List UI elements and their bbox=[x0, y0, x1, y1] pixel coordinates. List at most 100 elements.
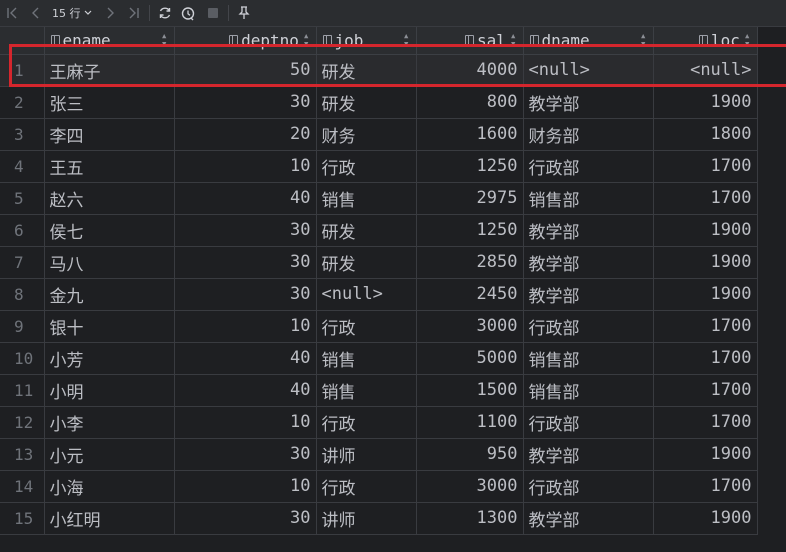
cell-deptno[interactable]: 10 bbox=[174, 150, 317, 183]
cell-job[interactable]: 销售 bbox=[316, 342, 417, 375]
cell-deptno[interactable]: 40 bbox=[174, 342, 317, 375]
cell-sal[interactable]: 1600 bbox=[416, 118, 524, 151]
cell-sal[interactable]: 1250 bbox=[416, 214, 524, 247]
cell-sal[interactable]: 1300 bbox=[416, 502, 524, 535]
cell-loc[interactable]: 1900 bbox=[653, 86, 758, 119]
cell-ename[interactable]: 马八 bbox=[44, 246, 175, 279]
table-row[interactable]: 12 小李 10 行政 1100 行政部 1700 bbox=[0, 406, 758, 439]
cell-deptno[interactable]: 30 bbox=[174, 438, 317, 471]
cell-deptno[interactable]: 30 bbox=[174, 86, 317, 119]
column-header-ename[interactable]: ename ▴ ▾ bbox=[44, 27, 175, 55]
table-row[interactable]: 1 王麻子 50 研发 4000 <null> <null> bbox=[0, 54, 758, 87]
cell-sal[interactable]: 3000 bbox=[416, 470, 524, 503]
sort-icon[interactable]: ▴ ▾ bbox=[640, 30, 647, 49]
cell-loc[interactable]: 1700 bbox=[653, 342, 758, 375]
cell-ename[interactable]: 王麻子 bbox=[44, 54, 175, 87]
table-row[interactable]: 6 侯七 30 研发 1250 教学部 1900 bbox=[0, 214, 758, 247]
cell-dname[interactable]: 教学部 bbox=[523, 214, 654, 247]
cell-sal[interactable]: 1500 bbox=[416, 374, 524, 407]
table-row[interactable]: 4 王五 10 行政 1250 行政部 1700 bbox=[0, 150, 758, 183]
cell-ename[interactable]: 小红明 bbox=[44, 502, 175, 535]
cell-loc[interactable]: 1700 bbox=[653, 374, 758, 407]
cell-loc[interactable]: 1700 bbox=[653, 182, 758, 215]
table-row[interactable]: 9 银十 10 行政 3000 行政部 1700 bbox=[0, 310, 758, 343]
cell-deptno[interactable]: 40 bbox=[174, 374, 317, 407]
refresh-icon[interactable] bbox=[153, 2, 177, 24]
cell-ename[interactable]: 侯七 bbox=[44, 214, 175, 247]
table-row[interactable]: 3 李四 20 财务 1600 财务部 1800 bbox=[0, 118, 758, 151]
cell-deptno[interactable]: 30 bbox=[174, 502, 317, 535]
cell-sal[interactable]: 2450 bbox=[416, 278, 524, 311]
cell-loc[interactable]: 1700 bbox=[653, 406, 758, 439]
column-header-sal[interactable]: sal ▴ ▾ bbox=[416, 27, 524, 55]
cell-job[interactable]: 研发 bbox=[316, 54, 417, 87]
cell-deptno[interactable]: 40 bbox=[174, 182, 317, 215]
pin-icon[interactable] bbox=[232, 2, 256, 24]
column-header-job[interactable]: job ▴ ▾ bbox=[316, 27, 417, 55]
next-page-icon[interactable] bbox=[98, 2, 122, 24]
cell-loc[interactable]: 1700 bbox=[653, 150, 758, 183]
sort-icon[interactable]: ▴ ▾ bbox=[303, 30, 310, 49]
cell-sal[interactable]: 5000 bbox=[416, 342, 524, 375]
cell-loc[interactable]: <null> bbox=[653, 54, 758, 87]
cell-ename[interactable]: 银十 bbox=[44, 310, 175, 343]
sort-icon[interactable]: ▴ ▾ bbox=[161, 30, 168, 49]
cell-sal[interactable]: 800 bbox=[416, 86, 524, 119]
cell-deptno[interactable]: 10 bbox=[174, 310, 317, 343]
cell-dname[interactable]: 销售部 bbox=[523, 374, 654, 407]
cell-loc[interactable]: 1700 bbox=[653, 310, 758, 343]
cell-job[interactable]: 讲师 bbox=[316, 502, 417, 535]
history-icon[interactable] bbox=[177, 2, 201, 24]
cell-job[interactable]: 行政 bbox=[316, 470, 417, 503]
cell-sal[interactable]: 2850 bbox=[416, 246, 524, 279]
cell-dname[interactable]: 销售部 bbox=[523, 342, 654, 375]
cell-dname[interactable]: 教学部 bbox=[523, 86, 654, 119]
first-page-icon[interactable] bbox=[0, 2, 24, 24]
cell-dname[interactable]: 教学部 bbox=[523, 278, 654, 311]
table-row[interactable]: 5 赵六 40 销售 2975 销售部 1700 bbox=[0, 182, 758, 215]
table-row[interactable]: 11 小明 40 销售 1500 销售部 1700 bbox=[0, 374, 758, 407]
page-size-selector[interactable]: 15 行 bbox=[52, 5, 92, 21]
cell-deptno[interactable]: 30 bbox=[174, 278, 317, 311]
cell-job[interactable]: 研发 bbox=[316, 86, 417, 119]
column-header-dname[interactable]: dname ▴ ▾ bbox=[523, 27, 654, 55]
cell-job[interactable]: 销售 bbox=[316, 374, 417, 407]
cell-deptno[interactable]: 10 bbox=[174, 406, 317, 439]
cell-sal[interactable]: 4000 bbox=[416, 54, 524, 87]
cell-dname[interactable]: 销售部 bbox=[523, 182, 654, 215]
cell-job[interactable]: 行政 bbox=[316, 150, 417, 183]
cell-deptno[interactable]: 50 bbox=[174, 54, 317, 87]
table-row[interactable]: 7 马八 30 研发 2850 教学部 1900 bbox=[0, 246, 758, 279]
cell-job[interactable]: <null> bbox=[316, 278, 417, 311]
cell-deptno[interactable]: 10 bbox=[174, 470, 317, 503]
cell-dname[interactable]: 财务部 bbox=[523, 118, 654, 151]
cell-deptno[interactable]: 20 bbox=[174, 118, 317, 151]
cell-loc[interactable]: 1700 bbox=[653, 470, 758, 503]
cell-loc[interactable]: 1900 bbox=[653, 278, 758, 311]
cell-job[interactable]: 销售 bbox=[316, 182, 417, 215]
cell-deptno[interactable]: 30 bbox=[174, 246, 317, 279]
cell-ename[interactable]: 金九 bbox=[44, 278, 175, 311]
sort-icon[interactable]: ▴ ▾ bbox=[403, 30, 410, 49]
cell-loc[interactable]: 1800 bbox=[653, 118, 758, 151]
column-header-deptno[interactable]: deptno ▴ ▾ bbox=[174, 27, 317, 55]
column-header-loc[interactable]: loc ▴ ▾ bbox=[653, 27, 758, 55]
table-row[interactable]: 15 小红明 30 讲师 1300 教学部 1900 bbox=[0, 502, 758, 535]
cell-ename[interactable]: 小明 bbox=[44, 374, 175, 407]
cell-sal[interactable]: 3000 bbox=[416, 310, 524, 343]
cell-loc[interactable]: 1900 bbox=[653, 246, 758, 279]
cell-sal[interactable]: 1100 bbox=[416, 406, 524, 439]
cell-ename[interactable]: 小海 bbox=[44, 470, 175, 503]
cell-dname[interactable]: 行政部 bbox=[523, 406, 654, 439]
cell-ename[interactable]: 小元 bbox=[44, 438, 175, 471]
table-row[interactable]: 13 小元 30 讲师 950 教学部 1900 bbox=[0, 438, 758, 471]
cell-dname[interactable]: <null> bbox=[523, 54, 654, 87]
cell-ename[interactable]: 赵六 bbox=[44, 182, 175, 215]
cell-job[interactable]: 研发 bbox=[316, 214, 417, 247]
cell-job[interactable]: 研发 bbox=[316, 246, 417, 279]
cell-dname[interactable]: 教学部 bbox=[523, 246, 654, 279]
cell-sal[interactable]: 950 bbox=[416, 438, 524, 471]
cell-ename[interactable]: 王五 bbox=[44, 150, 175, 183]
table-row[interactable]: 14 小海 10 行政 3000 行政部 1700 bbox=[0, 470, 758, 503]
cell-sal[interactable]: 1250 bbox=[416, 150, 524, 183]
